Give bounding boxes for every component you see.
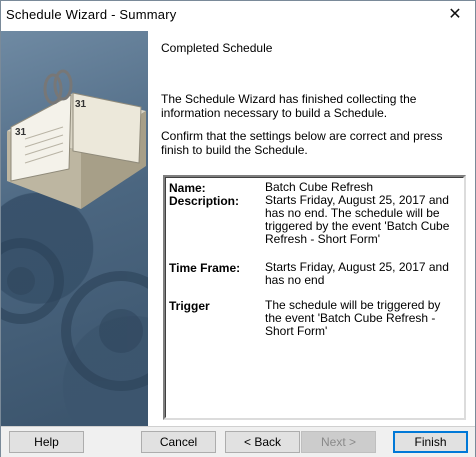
window-title: Schedule Wizard - Summary [6,7,177,22]
help-button[interactable]: Help [9,431,84,453]
desk-calendar-illustration: 31 31 [1,69,148,391]
trigger-value: The schedule will be triggered by the ev… [265,298,441,338]
intro-text: The Schedule Wizard has finished collect… [161,92,417,120]
summary-panel[interactable]: Name: Batch Cube Refresh Description: St… [163,175,466,420]
name-label: Name: [169,181,206,195]
title-bar: Schedule Wizard - Summary ✕ [1,1,475,31]
page-heading: Completed Schedule [161,41,273,55]
calendar-day-number: 31 [15,127,27,138]
description-label: Description: [169,194,240,208]
calendar-day-number-back: 31 [75,99,87,110]
timeframe-label: Time Frame: [169,261,241,275]
close-icon[interactable]: ✕ [439,3,471,27]
schedule-wizard-window: Schedule Wizard - Summary ✕ 31 31 Comple… [0,0,476,457]
description-value: Starts Friday, August 25, 2017 and has n… [265,193,450,246]
finish-button[interactable]: Finish [393,431,468,453]
confirm-text: Confirm that the settings below are corr… [161,129,443,157]
back-button[interactable]: < Back [225,431,300,453]
summary-panel-inner: Name: Batch Cube Refresh Description: St… [165,177,464,418]
cancel-button[interactable]: Cancel [141,431,216,453]
next-button[interactable]: Next > [301,431,376,453]
wizard-content: Completed Schedule The Schedule Wizard h… [148,31,475,426]
trigger-label: Trigger [169,299,210,313]
timeframe-value: Starts Friday, August 25, 2017 and has n… [265,260,449,287]
wizard-side-graphic: 31 31 [1,31,148,426]
calendar-icon [7,69,146,209]
button-bar: Help Cancel < Back Next > Finish [1,426,475,457]
